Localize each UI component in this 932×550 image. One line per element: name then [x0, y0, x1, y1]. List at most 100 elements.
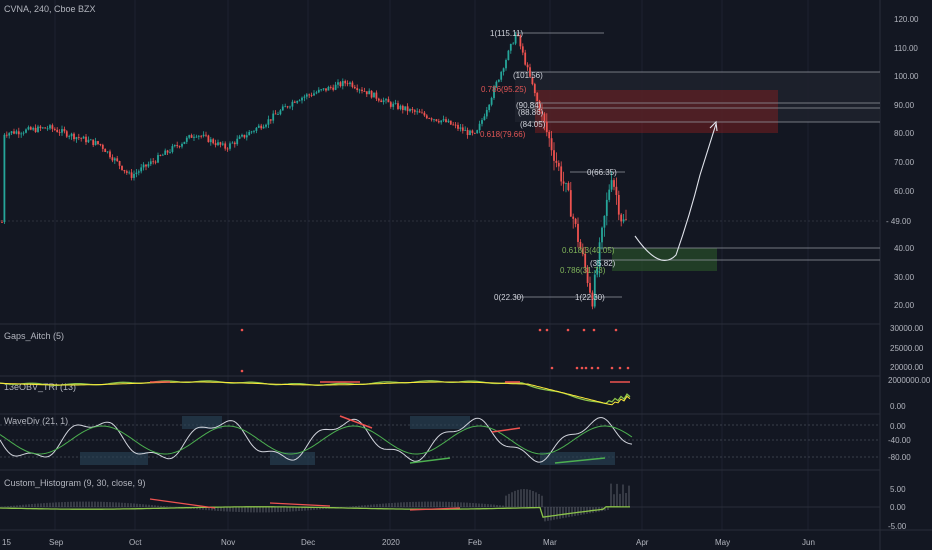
candle-body: [298, 100, 301, 102]
candle-body: [99, 144, 102, 145]
candle-body: [502, 68, 505, 72]
candle-body: [509, 43, 512, 51]
candle-body: [469, 130, 471, 136]
candle-body: [457, 124, 459, 129]
candle-body: [346, 83, 349, 85]
candle-body: [550, 138, 553, 151]
gap-dot: [240, 369, 244, 373]
candle-body: [361, 89, 363, 92]
candle-body: [313, 93, 315, 96]
div-tick-40: -40.00: [888, 436, 911, 445]
candle-body: [159, 155, 162, 156]
candle-body: [171, 146, 174, 152]
candle-body: [442, 119, 445, 121]
candle-body: [286, 106, 289, 108]
x-tick-oct: Oct: [129, 538, 142, 547]
candle-body: [56, 129, 59, 133]
candle-body: [51, 125, 54, 129]
candle-body: [368, 90, 371, 95]
candle-body: [250, 131, 253, 133]
last-price-label: - 49.00: [886, 217, 911, 226]
candle-body: [32, 127, 35, 130]
candle-body: [613, 180, 615, 187]
candle-body: [610, 180, 613, 190]
candle-body: [73, 133, 75, 140]
candle-body: [130, 172, 133, 178]
candle-body: [620, 214, 623, 222]
x-tick-dec: Dec: [301, 538, 315, 547]
candle-body: [265, 124, 267, 127]
candle-body: [428, 118, 431, 120]
candle-body: [603, 215, 606, 228]
candle-body: [481, 120, 483, 124]
fib-786-label: 0.786(95.25): [481, 85, 527, 94]
candle-body: [315, 92, 318, 94]
div-tick-80: -80.00: [888, 453, 911, 462]
gaps-tick-25000: 25000.00: [890, 344, 924, 353]
fib-101-label: (101.56): [513, 71, 543, 80]
candle-body: [301, 97, 303, 101]
y-tick-70: 70.00: [894, 158, 915, 167]
x-tick-apr: Apr: [636, 538, 649, 547]
candle-body: [10, 131, 13, 134]
candle-body: [70, 133, 73, 137]
candle-body: [123, 170, 126, 172]
candle-body: [284, 106, 287, 108]
hist-tick-m5: -5.00: [888, 522, 907, 531]
fib-high-label: 1(115.11): [490, 29, 523, 38]
candle-body: [104, 148, 107, 153]
symbol-title: CVNA, 240, Cboe BZX: [4, 4, 96, 14]
fib-one-low-label: 1(22.30): [575, 293, 605, 302]
candle-body: [205, 134, 207, 136]
gap-dot: [575, 366, 579, 370]
resistance-zone-red: [535, 90, 778, 133]
candle-body: [452, 124, 455, 126]
candle-body: [423, 112, 426, 116]
gaps-tick-30000: 30000.00: [890, 324, 924, 333]
hist-pane-title: Custom_Histogram (9, 30, close, 9): [4, 478, 146, 488]
candle-body: [466, 130, 469, 136]
candle-body: [413, 110, 416, 112]
candle-body: [243, 134, 246, 138]
x-tick-15: 15: [2, 538, 11, 547]
y-tick-20: 20.00: [894, 301, 915, 310]
candle-body: [262, 126, 265, 129]
candle-body: [524, 52, 527, 65]
candle-body: [382, 100, 385, 103]
candle-body: [545, 121, 548, 132]
candle-body: [22, 132, 25, 134]
div-highlight-box: [410, 416, 470, 429]
candle-body: [399, 105, 402, 109]
x-tick-sep: Sep: [49, 538, 64, 547]
candle-body: [356, 88, 359, 90]
candle-body: [548, 131, 551, 139]
candle-body: [224, 143, 227, 149]
candle-body: [385, 99, 387, 101]
candle-body: [483, 116, 486, 121]
candle-body: [188, 135, 191, 138]
candle-body: [440, 120, 443, 123]
gaps-pane-title: Gaps_Aitch (5): [4, 331, 64, 341]
candle-body: [200, 135, 203, 137]
candle-body: [279, 110, 282, 115]
gap-dot: [596, 366, 600, 370]
candle-body: [176, 145, 179, 147]
candle-body: [20, 133, 23, 135]
candle-body: [3, 134, 6, 223]
gap-dot: [538, 328, 542, 332]
candle-body: [8, 133, 11, 136]
candle-body: [454, 124, 457, 126]
x-tick-feb: Feb: [468, 538, 482, 547]
candle-body: [116, 158, 119, 162]
fib-786-support-label: 0.786(31.73): [560, 266, 606, 275]
candle-body: [145, 164, 147, 167]
trading-chart[interactable]: CVNA, 240, Cboe BZX 1(115.11) (101.56) 0…: [0, 0, 932, 550]
candle-body: [195, 136, 198, 138]
gap-dot: [592, 328, 596, 332]
candle-body: [305, 94, 308, 97]
candle-body: [370, 90, 373, 98]
y-tick-110: 110.00: [894, 44, 918, 53]
candle-body: [404, 106, 407, 111]
candle-body: [25, 129, 27, 133]
candle-body: [569, 190, 572, 217]
